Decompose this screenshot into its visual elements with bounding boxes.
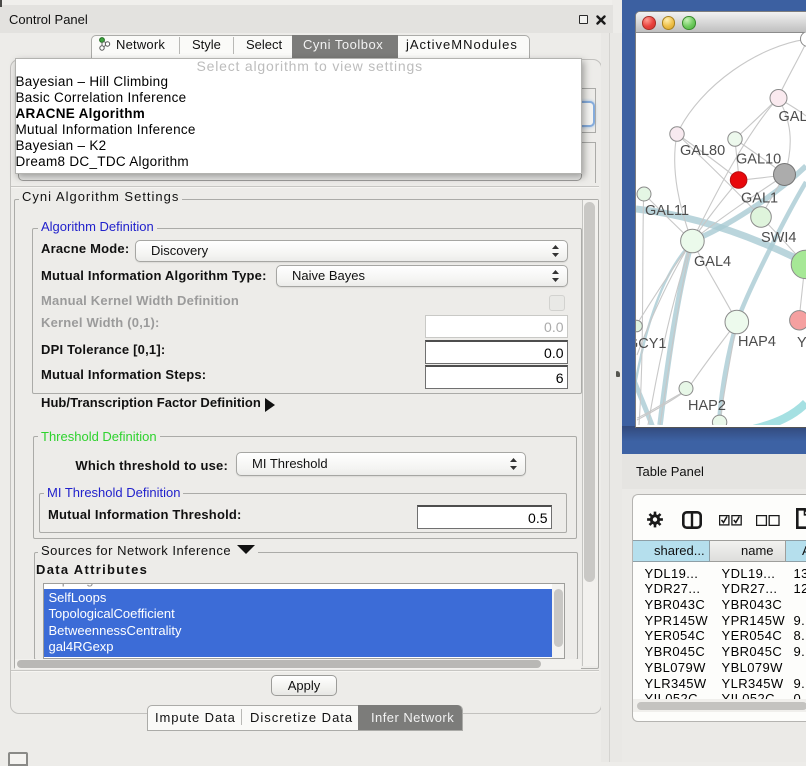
svg-text:GAL1: GAL1 [741,191,778,207]
svg-text:HAP4: HAP4 [738,334,776,350]
svg-text:SWI4: SWI4 [761,230,796,246]
svg-text:GCY1: GCY1 [636,336,667,352]
svg-text:HAP2: HAP2 [688,398,726,414]
svg-text:GAL80: GAL80 [680,143,725,159]
svg-text:GAL4: GAL4 [694,254,731,270]
svg-text:GAL: GAL [779,109,806,125]
svg-text:Y: Y [797,335,806,351]
svg-text:GAL11: GAL11 [645,203,689,219]
svg-text:GAL10: GAL10 [736,152,781,168]
